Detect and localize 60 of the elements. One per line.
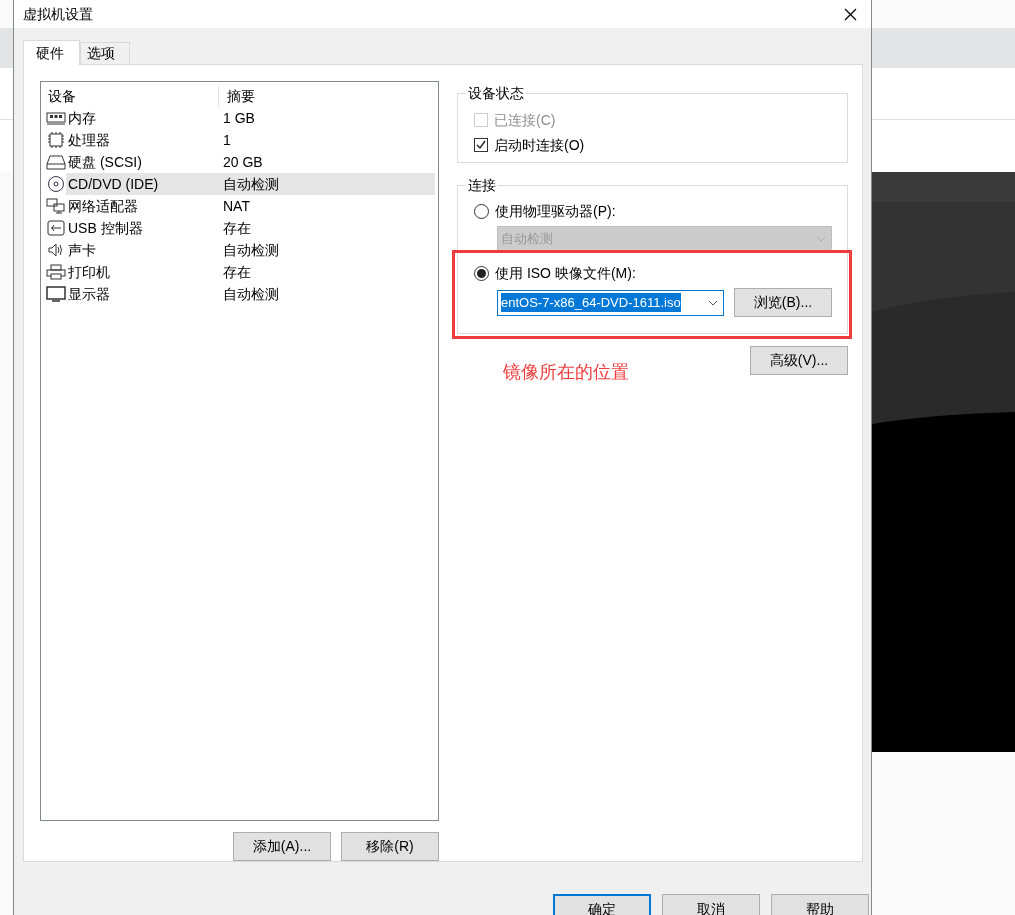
dropdown-field[interactable]: entOS-7-x86_64-DVD-1611.iso bbox=[497, 289, 724, 316]
list-row[interactable]: 网络适配器 NAT bbox=[66, 195, 435, 217]
radio-label: 使用物理驱动器(P): bbox=[495, 201, 616, 221]
device-name: 声卡 bbox=[67, 240, 97, 260]
device-summary: 存在 bbox=[223, 262, 251, 282]
radio-button[interactable] bbox=[474, 265, 489, 281]
list-button[interactable]: 移除(R) bbox=[341, 832, 439, 861]
dialog-button[interactable]: 确定 bbox=[553, 894, 651, 915]
device-name: USB 控制器 bbox=[67, 218, 144, 238]
caret-icon[interactable] bbox=[708, 299, 718, 306]
device-summary: 自动检测 bbox=[223, 174, 279, 194]
list-row[interactable]: 硬盘 (SCSI) 20 GB bbox=[66, 151, 435, 173]
list-row[interactable]: 内存 1 GB bbox=[66, 107, 435, 129]
usb-icon bbox=[46, 220, 66, 236]
device-summary: 存在 bbox=[223, 218, 251, 238]
printer-icon bbox=[46, 264, 66, 280]
list-row[interactable]: CD/DVD (IDE) 自动检测 bbox=[66, 173, 435, 195]
radio-label: 使用 ISO 映像文件(M): bbox=[495, 263, 636, 283]
device-name: 内存 bbox=[67, 108, 97, 128]
device-summary: 1 bbox=[223, 130, 231, 150]
group-title: 连接 bbox=[467, 176, 497, 195]
browse-button[interactable]: 浏览(B)... bbox=[734, 288, 832, 317]
device-name: 硬盘 (SCSI) bbox=[67, 152, 143, 172]
device-summary: 自动检测 bbox=[223, 240, 279, 260]
checkbox-label: 已连接(C) bbox=[494, 110, 556, 130]
network-icon bbox=[46, 198, 66, 214]
dialog-button[interactable]: 取消 bbox=[662, 894, 760, 915]
list-row[interactable]: 显示器 自动检测 bbox=[66, 283, 435, 305]
list-row[interactable]: 打印机 存在 bbox=[66, 261, 435, 283]
checkbox-label: 启动时连接(O) bbox=[494, 135, 585, 155]
list-row[interactable]: USB 控制器 存在 bbox=[66, 217, 435, 239]
device-summary: 20 GB bbox=[223, 152, 263, 172]
list-button[interactable]: 添加(A)... bbox=[233, 832, 331, 861]
device-name: CD/DVD (IDE) bbox=[67, 174, 160, 194]
device-name: 打印机 bbox=[67, 262, 111, 282]
device-summary: 1 GB bbox=[223, 108, 255, 128]
memory-icon bbox=[46, 110, 66, 126]
tab[interactable]: 选项 bbox=[80, 42, 130, 64]
annotation-text: 镜像所在的位置 bbox=[503, 361, 629, 384]
advanced-button[interactable]: 高级(V)... bbox=[750, 346, 848, 375]
list-row[interactable]: 处理器 1 bbox=[66, 129, 435, 151]
column-header[interactable]: 摘要 bbox=[219, 85, 255, 107]
disc-icon bbox=[46, 176, 66, 192]
list-row[interactable]: 声卡 自动检测 bbox=[66, 239, 435, 261]
checkbox[interactable] bbox=[474, 138, 488, 152]
device-name: 网络适配器 bbox=[67, 196, 139, 216]
disk-drive-icon bbox=[46, 154, 66, 170]
device-name: 显示器 bbox=[67, 284, 111, 304]
chip-icon bbox=[46, 132, 66, 148]
device-summary: NAT bbox=[223, 196, 250, 216]
radio-button[interactable] bbox=[474, 203, 489, 219]
group-title: 设备状态 bbox=[467, 84, 525, 103]
tab[interactable]: 硬件 bbox=[23, 40, 80, 65]
device-name: 处理器 bbox=[67, 130, 111, 150]
device-summary: 自动检测 bbox=[223, 284, 279, 304]
column-header[interactable]: 设备 bbox=[44, 85, 219, 107]
dialog-button[interactable]: 帮助 bbox=[771, 894, 869, 915]
close-icon[interactable] bbox=[844, 7, 857, 21]
window-title: 虚拟机设置 bbox=[23, 4, 93, 24]
monitor-icon bbox=[46, 286, 66, 302]
